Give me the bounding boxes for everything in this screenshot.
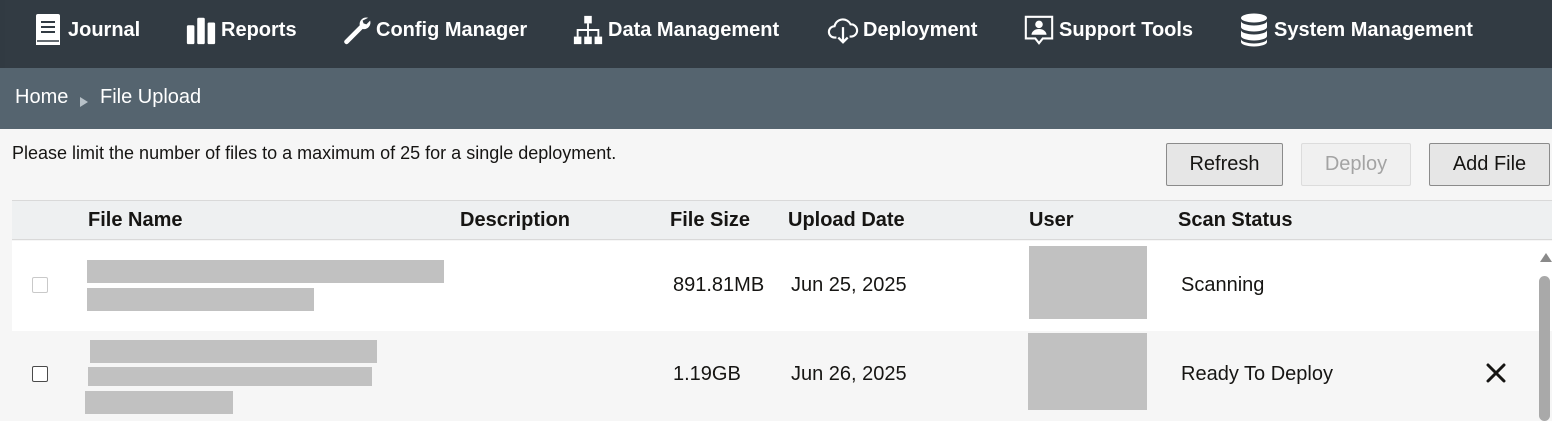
top-navigation-inner: Journal Reports Config Manager Data Mana…	[5, 0, 1552, 68]
support-user-icon	[1023, 12, 1055, 48]
triangle-right-icon	[79, 91, 89, 114]
scrollbar-thumb[interactable]	[1539, 276, 1550, 421]
nav-item-label: Support Tools	[1059, 18, 1194, 41]
cloud-download-icon	[827, 12, 859, 48]
table-scrollbar[interactable]	[1538, 248, 1552, 421]
file-size: 891.81MB	[673, 274, 765, 296]
table-row: 891.81MB Jun 25, 2025 Scanning	[12, 241, 1552, 331]
database-icon	[1238, 12, 1270, 48]
column-header-description[interactable]: Description	[460, 209, 570, 232]
scan-status: Scanning	[1181, 274, 1265, 296]
column-header-user[interactable]: User	[1029, 209, 1073, 232]
breadcrumb-home-link[interactable]: Home	[15, 86, 68, 109]
column-header-file-name[interactable]: File Name	[88, 209, 182, 232]
journal-icon	[32, 12, 64, 48]
nav-item-label: Data Management	[608, 18, 780, 41]
close-icon[interactable]	[1485, 362, 1507, 389]
nav-item-label: Config Manager	[376, 18, 528, 41]
wrench-icon	[340, 12, 372, 48]
column-header-scan-status[interactable]: Scan Status	[1178, 209, 1292, 232]
upload-limit-notice: Please limit the number of files to a ma…	[12, 143, 617, 163]
add-file-button[interactable]: Add File	[1429, 143, 1550, 186]
scroll-up-arrow-icon[interactable]	[1540, 253, 1552, 262]
file-table: File Name Description File Size Upload D…	[12, 200, 1552, 421]
nav-item-journal[interactable]: Journal	[32, 0, 140, 60]
upload-date: Jun 25, 2025	[791, 274, 907, 296]
bar-chart-icon	[185, 12, 217, 48]
upload-date: Jun 26, 2025	[791, 363, 907, 385]
refresh-button[interactable]: Refresh	[1166, 143, 1283, 186]
column-header-file-size[interactable]: File Size	[670, 209, 750, 232]
nav-item-label: System Management	[1274, 18, 1473, 41]
file-size: 1.19GB	[673, 363, 741, 385]
deploy-button[interactable]: Deploy	[1301, 143, 1411, 186]
nav-item-data-management[interactable]: Data Management	[572, 0, 779, 60]
scan-status: Ready To Deploy	[1181, 363, 1333, 385]
row-checkbox[interactable]	[32, 277, 48, 293]
top-navigation-bar: Journal Reports Config Manager Data Mana…	[0, 0, 1552, 68]
redacted-file-name	[87, 288, 314, 311]
table-row: 1.19GB Jun 26, 2025 Ready To Deploy	[12, 331, 1552, 417]
row-checkbox[interactable]	[32, 366, 48, 382]
table-header: File Name Description File Size Upload D…	[12, 200, 1552, 240]
redacted-file-name	[85, 391, 233, 414]
nav-item-deployment[interactable]: Deployment	[827, 0, 977, 60]
column-header-upload-date[interactable]: Upload Date	[788, 209, 905, 232]
breadcrumb: Home File Upload	[0, 68, 1552, 129]
redacted-user	[1028, 333, 1147, 410]
nav-item-label: Reports	[221, 18, 297, 41]
nav-item-label: Deployment	[863, 18, 978, 41]
redacted-user	[1029, 246, 1147, 319]
redacted-file-name	[88, 367, 372, 386]
breadcrumb-current: File Upload	[100, 86, 202, 108]
hierarchy-icon	[572, 12, 604, 48]
nav-item-reports[interactable]: Reports	[185, 0, 297, 60]
redacted-file-name	[87, 260, 444, 283]
redacted-file-name	[90, 340, 377, 363]
nav-item-system-management[interactable]: System Management	[1238, 0, 1473, 60]
nav-item-label: Journal	[68, 18, 141, 41]
nav-item-config-manager[interactable]: Config Manager	[340, 0, 527, 60]
nav-item-support-tools[interactable]: Support Tools	[1023, 0, 1193, 60]
